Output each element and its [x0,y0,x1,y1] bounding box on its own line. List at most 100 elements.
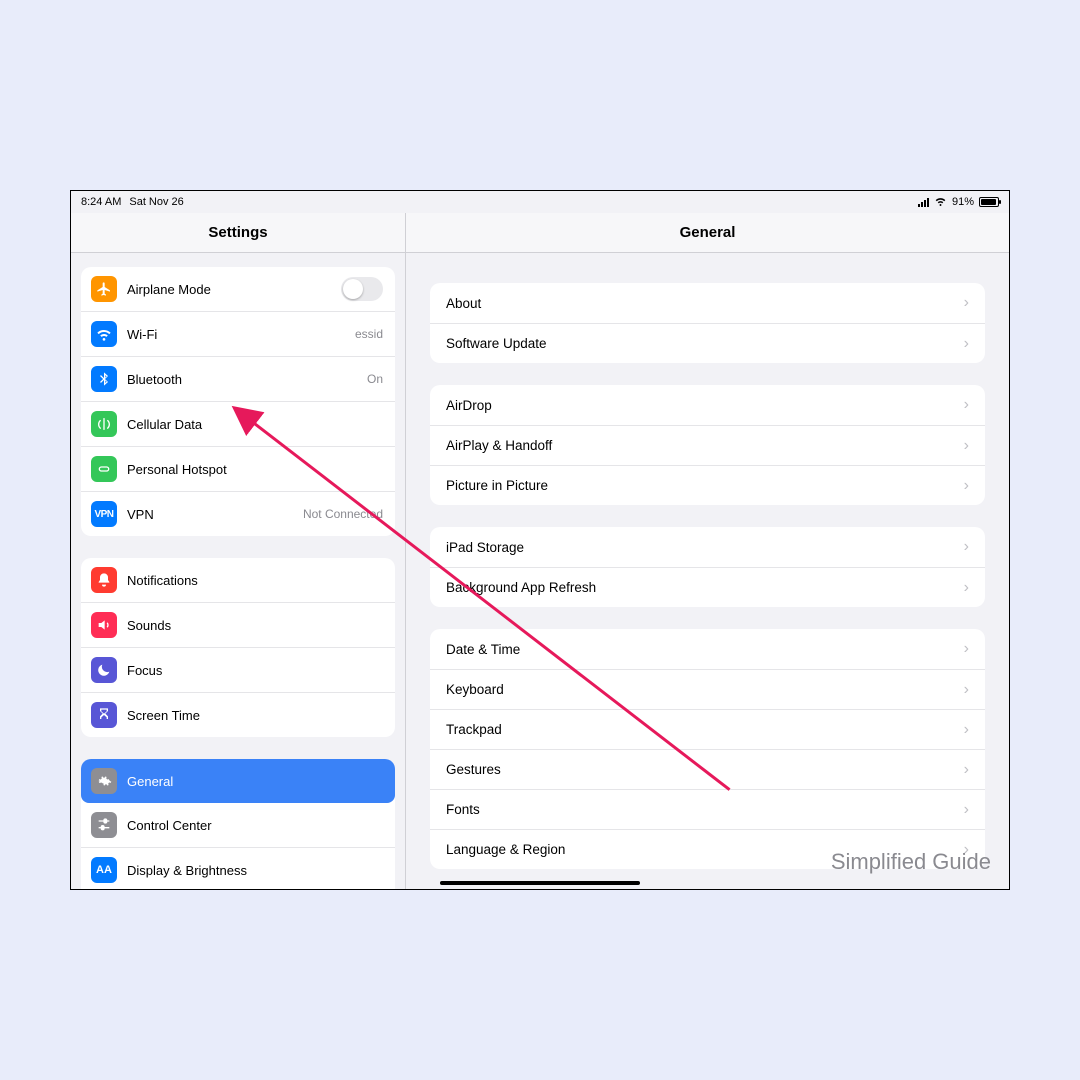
sidebar-item-notifications[interactable]: Notifications [81,558,395,602]
chevron-right-icon: › [964,294,969,312]
status-time: 8:24 AM [81,196,121,208]
detail-item-label: Date & Time [446,642,954,657]
detail-item-airplay[interactable]: AirPlay & Handoff › [430,425,985,465]
detail-item-label: AirDrop [446,398,954,413]
detail-item-label: Trackpad [446,722,954,737]
detail-group-3: iPad Storage › Background App Refresh › [430,527,985,607]
detail-group-4: Date & Time › Keyboard › Trackpad › Gest… [430,629,985,869]
detail-item-label: Software Update [446,336,954,351]
detail-item-label: Keyboard [446,682,954,697]
sidebar-item-general[interactable]: General [81,759,395,803]
chevron-right-icon: › [964,801,969,819]
ipad-device-frame: 8:24 AM Sat Nov 26 91% Settings [70,190,1010,890]
chevron-right-icon: › [964,396,969,414]
sidebar-item-bluetooth[interactable]: Bluetooth On [81,356,395,401]
signal-icon [918,198,929,207]
detail-item-fonts[interactable]: Fonts › [430,789,985,829]
detail-item-datetime[interactable]: Date & Time › [430,629,985,669]
chevron-right-icon: › [964,640,969,658]
chevron-right-icon: › [964,437,969,455]
sidebar-item-airplane[interactable]: Airplane Mode [81,267,395,311]
detail-item-label: Picture in Picture [446,478,954,493]
wifi-value: essid [355,327,383,341]
detail-item-keyboard[interactable]: Keyboard › [430,669,985,709]
gear-icon [91,768,117,794]
detail-item-trackpad[interactable]: Trackpad › [430,709,985,749]
bluetooth-icon [91,366,117,392]
sidebar-item-control-center[interactable]: Control Center [81,803,395,847]
chevron-right-icon: › [964,841,969,859]
hotspot-icon [91,456,117,482]
sidebar-group-connectivity: Airplane Mode Wi-Fi essid [81,267,395,536]
chevron-right-icon: › [964,477,969,495]
sidebar-item-label: Control Center [127,818,383,833]
detail-item-label: AirPlay & Handoff [446,438,954,453]
detail-item-language[interactable]: Language & Region › [430,829,985,869]
sidebar-item-label: General [127,774,383,789]
detail-group-2: AirDrop › AirPlay & Handoff › Picture in… [430,385,985,505]
sidebar-item-label: Sounds [127,618,383,633]
chevron-right-icon: › [964,681,969,699]
sidebar-item-display[interactable]: AA Display & Brightness [81,847,395,889]
sidebar-item-screentime[interactable]: Screen Time [81,692,395,737]
chevron-right-icon: › [964,721,969,739]
sidebar-group-alerts: Notifications Sounds Focus [81,558,395,737]
airplane-icon [91,276,117,302]
detail-item-label: Language & Region [446,842,954,857]
sidebar-item-cellular[interactable]: Cellular Data [81,401,395,446]
sidebar-item-label: Focus [127,663,383,678]
bluetooth-value: On [367,372,383,386]
detail-title: General [406,213,1009,253]
sidebar-item-label: Wi-Fi [127,327,345,342]
chevron-right-icon: › [964,335,969,353]
hourglass-icon [91,702,117,728]
sidebar-group-system: General Control Center AA Display & Brig… [81,759,395,889]
airplane-toggle[interactable] [341,277,383,301]
detail-item-label: Background App Refresh [446,580,954,595]
sliders-icon [91,812,117,838]
moon-icon [91,657,117,683]
chevron-right-icon: › [964,761,969,779]
detail-item-bg-refresh[interactable]: Background App Refresh › [430,567,985,607]
battery-icon [979,197,999,207]
sidebar-item-label: Display & Brightness [127,863,383,878]
detail-pane: General About › Software Update › AirDro… [406,213,1009,889]
wifi-status-icon [934,194,947,210]
display-icon: AA [91,857,117,883]
settings-sidebar: Settings Airplane Mode Wi-Fi [71,213,406,889]
sidebar-item-label: Airplane Mode [127,282,331,297]
detail-item-label: About [446,296,954,311]
chevron-right-icon: › [964,538,969,556]
detail-item-gestures[interactable]: Gestures › [430,749,985,789]
detail-item-airdrop[interactable]: AirDrop › [430,385,985,425]
speaker-icon [91,612,117,638]
sidebar-item-wifi[interactable]: Wi-Fi essid [81,311,395,356]
detail-item-label: iPad Storage [446,540,954,555]
bell-icon [91,567,117,593]
detail-group-1: About › Software Update › [430,283,985,363]
status-date: Sat Nov 26 [129,196,183,208]
sidebar-item-focus[interactable]: Focus [81,647,395,692]
vpn-value: Not Connected [303,507,383,521]
sidebar-item-label: Cellular Data [127,417,383,432]
detail-item-storage[interactable]: iPad Storage › [430,527,985,567]
sidebar-item-label: Screen Time [127,708,383,723]
vpn-icon: VPN [91,501,117,527]
status-bar: 8:24 AM Sat Nov 26 91% [71,191,1009,213]
battery-percent: 91% [952,196,974,208]
sidebar-item-label: Notifications [127,573,383,588]
wifi-icon [91,321,117,347]
sidebar-item-vpn[interactable]: VPN VPN Not Connected [81,491,395,536]
sidebar-title: Settings [71,213,405,253]
detail-item-pip[interactable]: Picture in Picture › [430,465,985,505]
sidebar-item-hotspot[interactable]: Personal Hotspot [81,446,395,491]
sidebar-item-sounds[interactable]: Sounds [81,602,395,647]
sidebar-item-label: VPN [127,507,293,522]
detail-item-label: Gestures [446,762,954,777]
sidebar-item-label: Personal Hotspot [127,462,383,477]
detail-item-software-update[interactable]: Software Update › [430,323,985,363]
chevron-right-icon: › [964,579,969,597]
home-indicator [440,881,640,885]
detail-item-about[interactable]: About › [430,283,985,323]
sidebar-item-label: Bluetooth [127,372,357,387]
